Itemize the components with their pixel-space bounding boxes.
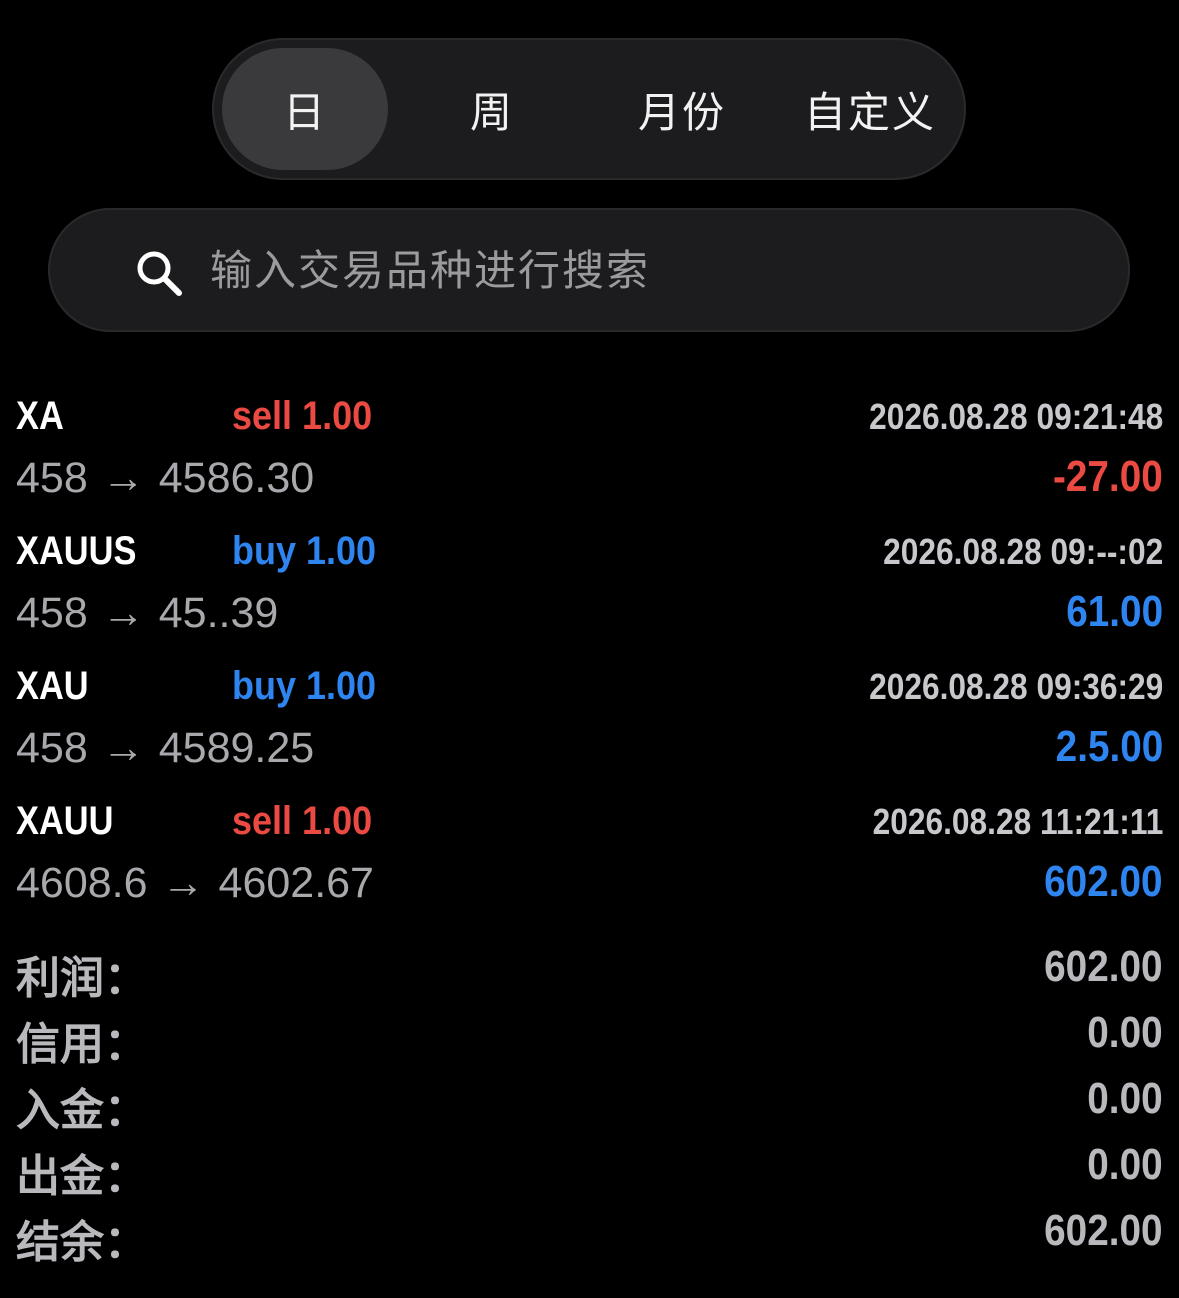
summary-label: 结余： — [16, 1217, 148, 1268]
summary-value: 0.00 — [1087, 1008, 1163, 1057]
trade-side: buy 1.00 — [232, 529, 377, 573]
summary-balance: 结余： 602.00 — [0, 1202, 1179, 1268]
period-segmented-control: 日 周 月份 自定义 — [212, 38, 966, 180]
search-icon — [137, 251, 182, 296]
trade-prices: 458 → 4589.25 — [16, 724, 314, 773]
trade-time: 2026.08.28 11:21:11 — [872, 801, 1163, 842]
open-price: 458 — [16, 454, 88, 502]
trade-symbol: XA — [16, 394, 64, 438]
trade-prices: 458 → 45..39 — [16, 589, 278, 638]
tab-month[interactable]: 月份 — [592, 48, 772, 170]
summary-label: 入金： — [16, 1085, 148, 1136]
close-price: 4602.67 — [218, 859, 374, 907]
trade-time: 2026.08.28 09:--:02 — [882, 531, 1163, 572]
open-price: 4608.6 — [16, 859, 148, 907]
summary-value: 0.00 — [1087, 1074, 1163, 1123]
trade-symbol: XAUUS — [16, 529, 137, 573]
trade-time: 2026.08.28 09:36:29 — [868, 666, 1163, 707]
summary-deposit: 入金： 0.00 — [0, 1070, 1179, 1136]
trade-time: 2026.08.28 09:21:48 — [868, 396, 1163, 437]
trade-profit: 602.00 — [1044, 857, 1163, 906]
summary-value: 0.00 — [1087, 1140, 1163, 1189]
trade-row[interactable]: XAU buy 1.00 2026.08.28 09:36:29 458 → 458… — [0, 658, 1179, 792]
trade-profit: -27.00 — [1053, 452, 1163, 501]
arrow-right-icon: → — [101, 589, 145, 637]
trade-symbol: XAUU — [16, 799, 114, 843]
trade-profit: 61.00 — [1066, 587, 1163, 636]
trade-prices: 4608.6 → 4602.67 — [16, 859, 374, 908]
tab-custom[interactable]: 自定义 — [782, 48, 958, 170]
tab-week[interactable]: 周 — [402, 48, 582, 170]
summary-label: 信用： — [16, 1019, 148, 1070]
summary-label: 利润： — [16, 953, 148, 1004]
tab-day[interactable]: 日 — [222, 48, 388, 170]
open-price: 458 — [16, 724, 88, 772]
close-price: 4589.25 — [158, 724, 315, 772]
summary-value: 602.00 — [1044, 942, 1163, 991]
search-bar[interactable] — [48, 208, 1130, 332]
search-input[interactable] — [210, 238, 1090, 302]
trade-side: buy 1.00 — [232, 664, 377, 708]
close-price: 4586.30 — [158, 454, 315, 502]
close-price: 45..39 — [158, 589, 279, 637]
trade-row[interactable]: XAUU sell 1.00 2026.08.28 11:21:11 4608.… — [0, 793, 1179, 927]
arrow-right-icon: → — [161, 859, 205, 907]
trade-side: sell 1.00 — [232, 799, 373, 843]
summary-profit: 利润： 602.00 — [0, 938, 1179, 1004]
trade-symbol: XAU — [16, 664, 89, 708]
trade-profit: 2.5.00 — [1055, 722, 1163, 771]
open-price: 458 — [16, 589, 88, 637]
summary-withdrawal: 出金： 0.00 — [0, 1136, 1179, 1202]
trade-row[interactable]: XAUUS buy 1.00 2026.08.28 09:--:02 458 → 4… — [0, 523, 1179, 657]
arrow-right-icon: → — [101, 454, 145, 502]
trade-row[interactable]: XA sell 1.00 2026.08.28 09:21:48 458 → 458… — [0, 388, 1179, 522]
summary-label: 出金： — [16, 1151, 148, 1202]
trade-prices: 458 → 4586.30 — [16, 454, 314, 503]
arrow-right-icon: → — [101, 724, 145, 772]
trade-side: sell 1.00 — [232, 394, 373, 438]
summary-value: 602.00 — [1044, 1206, 1163, 1255]
summary-credit: 信用： 0.00 — [0, 1004, 1179, 1070]
